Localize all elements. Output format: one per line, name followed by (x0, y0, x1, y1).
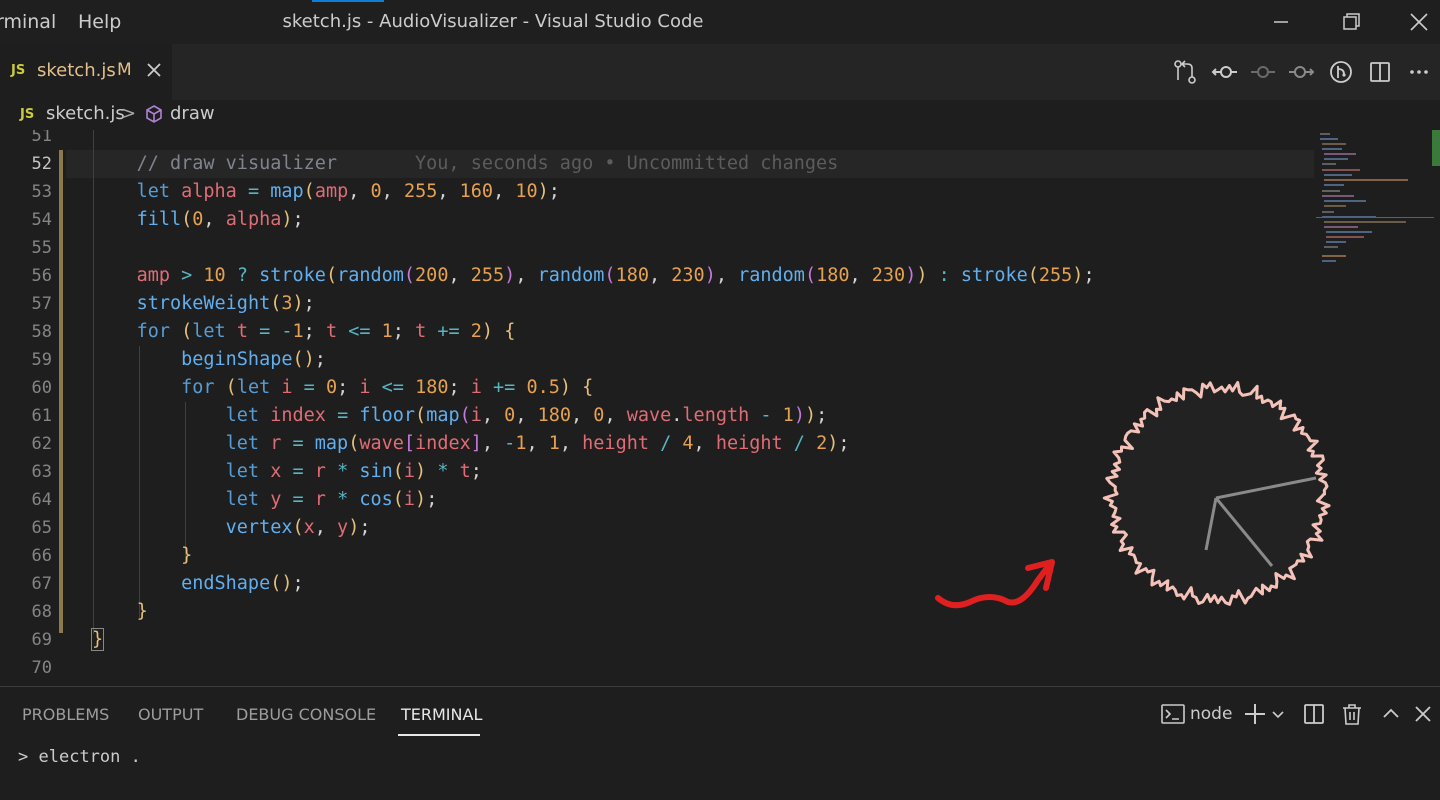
terminal-prompt: > (18, 747, 29, 767)
terminal-command: electron . (38, 747, 141, 767)
code-line[interactable]: for (let i = 0; i <= 180; i += 0.5) { (92, 374, 593, 402)
line-number: 54 (31, 210, 52, 230)
code-line[interactable]: amp > 10 ? stroke(random(200, 255), rand… (92, 262, 1095, 290)
code-line[interactable]: } (92, 598, 148, 626)
split-terminal-icon[interactable] (1301, 701, 1327, 727)
code-line[interactable]: vertex(x, y); (92, 514, 371, 542)
new-terminal-icon[interactable] (1242, 701, 1268, 727)
line-number: 68 (31, 602, 52, 622)
method-cube-icon (146, 105, 162, 123)
line-number: 69 (31, 630, 52, 650)
inline-blame: You, seconds ago • Uncommitted changes (337, 153, 839, 174)
tab-label: sketch.js (37, 60, 116, 81)
line-number: 59 (31, 350, 52, 370)
line-number: 66 (31, 546, 52, 566)
timeline-next-icon[interactable] (1288, 58, 1316, 86)
line-number: 52 (31, 154, 52, 174)
line-number: 67 (31, 574, 52, 594)
minimap[interactable] (1316, 130, 1434, 270)
terminal-line[interactable]: > electron . (18, 747, 141, 767)
tab-output[interactable]: OUTPUT (138, 705, 203, 724)
chevron-down-icon[interactable] (1268, 701, 1288, 727)
code-line[interactable]: fill(0, alpha); (92, 206, 304, 234)
line-number: 56 (31, 266, 52, 286)
tab-bar: JS sketch.js M (0, 44, 1440, 100)
code-line[interactable]: let alpha = map(amp, 0, 255, 160, 10); (92, 178, 560, 206)
code-line[interactable]: let index = floor(map(i, 0, 180, 0, wave… (92, 402, 828, 430)
code-line[interactable]: // draw visualizer You, seconds ago • Un… (92, 150, 839, 178)
minimize-icon[interactable] (1266, 8, 1296, 36)
title-bar: rminal Help sketch.js - AudioVisualizer … (0, 0, 1440, 44)
modified-badge: M (117, 60, 132, 80)
line-number: 70 (31, 658, 52, 678)
restore-icon[interactable] (1336, 8, 1366, 36)
line-number: 65 (31, 518, 52, 538)
code-line[interactable]: endShape(); (92, 570, 304, 598)
title-accent (312, 0, 384, 2)
tab-sketch-js[interactable]: JS sketch.js M (0, 44, 172, 100)
close-window-icon[interactable] (1404, 8, 1434, 36)
visualizer-preview (1102, 381, 1331, 606)
code-line[interactable]: for (let t = -1; t <= 1; t += 2) { (92, 318, 516, 346)
code-line[interactable]: strokeWeight(3); (92, 290, 315, 318)
terminal-shell-icon[interactable] (1160, 701, 1186, 727)
line-number: 53 (31, 182, 52, 202)
line-number: 57 (31, 294, 52, 314)
breadcrumb-file[interactable]: sketch.js (46, 103, 125, 124)
trash-icon[interactable] (1339, 701, 1365, 727)
line-number: 62 (31, 434, 52, 454)
line-number: 64 (31, 490, 52, 510)
tab-close-icon[interactable] (144, 60, 164, 80)
line-number: 51 (31, 130, 52, 146)
code-line[interactable]: beginShape(); (92, 346, 326, 374)
window-title: sketch.js - AudioVisualizer - Visual Stu… (282, 11, 704, 32)
close-panel-icon[interactable] (1410, 701, 1436, 727)
more-actions-icon[interactable] (1405, 58, 1433, 86)
timeline-current-icon[interactable] (1249, 58, 1277, 86)
tab-debug-console[interactable]: DEBUG CONSOLE (236, 705, 376, 724)
terminal-shell-name[interactable]: node (1190, 704, 1232, 724)
maximize-panel-icon[interactable] (1378, 701, 1404, 727)
breadcrumb-separator: > (121, 103, 137, 124)
line-number: 58 (31, 322, 52, 342)
js-file-icon: JS (11, 63, 26, 78)
line-number: 61 (31, 406, 52, 426)
breadcrumb: JS sketch.js > draw (0, 100, 1440, 130)
breadcrumb-symbol[interactable]: draw (170, 103, 215, 124)
line-number-gutter: 51 52 53 54 55 56 57 58 59 60 61 62 63 64 65 66 67 68 69 70 (0, 130, 60, 686)
code-line[interactable]: let y = r * cos(i); (92, 486, 438, 514)
split-editor-icon[interactable] (1366, 58, 1394, 86)
line-number: 60 (31, 378, 52, 398)
line-number: 55 (31, 238, 52, 258)
js-file-icon: JS (20, 107, 35, 122)
code-line[interactable]: let x = r * sin(i) * t; (92, 458, 482, 486)
annotation-arrow-icon (935, 559, 1055, 609)
code-line[interactable]: } (92, 542, 192, 570)
line-number: 63 (31, 462, 52, 482)
bottom-panel: PROBLEMS OUTPUT DEBUG CONSOLE TERMINAL n… (0, 686, 1440, 800)
active-tab-underline (398, 734, 480, 736)
timeline-previous-icon[interactable] (1210, 58, 1238, 86)
git-history-icon[interactable] (1327, 58, 1355, 86)
source-control-compare-icon[interactable] (1171, 58, 1199, 86)
minimap-change-indicator (1432, 130, 1440, 166)
code-line[interactable]: } (90, 626, 105, 654)
tab-problems[interactable]: PROBLEMS (22, 705, 109, 724)
tab-terminal[interactable]: TERMINAL (401, 705, 482, 724)
code-line[interactable]: let r = map(wave[index], -1, 1, height /… (92, 430, 850, 458)
